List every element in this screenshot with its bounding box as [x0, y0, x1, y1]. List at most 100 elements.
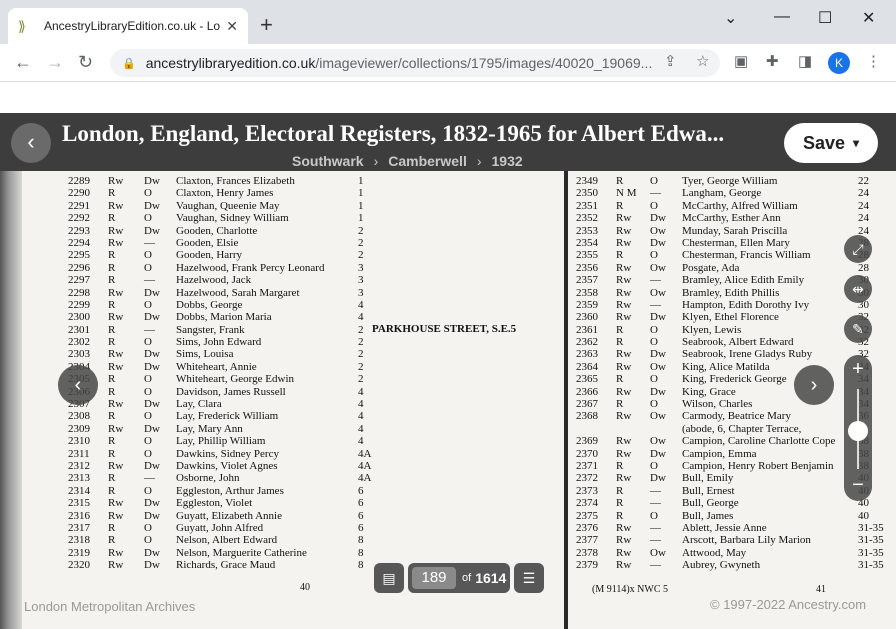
minimize-icon[interactable]: — — [774, 8, 790, 26]
qualification-code: Rw — [616, 311, 632, 324]
of-label: of — [462, 572, 472, 584]
breadcrumb-item[interactable]: 1932 — [492, 153, 523, 169]
status-code: O — [144, 261, 152, 274]
elector-number: 2310 — [68, 435, 90, 448]
qualification-code: R — [108, 410, 116, 423]
status-code: Dw — [144, 199, 160, 212]
qualification-code: R — [108, 521, 116, 534]
zoom-handle[interactable] — [848, 421, 868, 441]
thumbnails-button[interactable]: ▤ — [374, 563, 404, 593]
elector-number: 2299 — [68, 298, 90, 311]
fit-width-button[interactable]: ⇹ — [844, 275, 872, 303]
address-number: 2 — [358, 323, 364, 336]
bookmark-star-icon[interactable]: ☆ — [696, 52, 709, 70]
address-number: 2 — [358, 224, 364, 237]
status-code: — — [650, 559, 661, 572]
address-number: 4 — [358, 385, 364, 398]
zoom-in-icon[interactable]: + — [844, 355, 872, 383]
browser-menu-icon[interactable]: ⋮ — [866, 52, 881, 70]
zoom-slider[interactable]: + − — [844, 355, 872, 501]
forward-arrow-icon[interactable]: → — [46, 52, 64, 72]
address-number: 8 — [358, 559, 364, 572]
qualification-code: R — [108, 274, 116, 287]
previous-image-button[interactable]: ‹ — [58, 365, 98, 405]
qualification-code: Rw — [108, 422, 124, 435]
index-panel-button[interactable]: ☰ — [514, 563, 544, 593]
elector-name: Posgate, Ada — [682, 261, 740, 274]
address-number: 4A — [358, 459, 372, 472]
elector-name: Sims, Louisa — [176, 348, 234, 361]
qualification-code: Rw — [616, 385, 632, 398]
status-code: O — [144, 336, 152, 349]
address-number: 4A — [358, 447, 372, 460]
status-code: Dw — [144, 422, 160, 435]
back-button[interactable]: ‹ — [11, 123, 51, 163]
chevron-left-icon: ‹ — [74, 374, 82, 396]
status-code: Dw — [650, 311, 666, 324]
close-window-icon[interactable]: ✕ — [862, 8, 875, 28]
address-number: 6 — [358, 497, 364, 510]
qualification-code: Rw — [108, 311, 124, 324]
reload-icon[interactable]: ↻ — [78, 52, 93, 72]
back-arrow-icon[interactable]: ← — [14, 52, 32, 72]
status-code: O — [144, 298, 152, 311]
status-code: Dw — [650, 472, 666, 485]
elector-number: 2303 — [68, 348, 90, 361]
elector-number: 2375 — [576, 509, 598, 522]
chevron-right-icon: › — [810, 374, 818, 396]
maximize-icon[interactable]: ☐ — [818, 8, 832, 28]
qualification-code: Rw — [108, 459, 124, 472]
new-tab-icon[interactable]: + — [260, 14, 273, 36]
qualification-code: Rw — [108, 546, 124, 559]
address-bar[interactable]: 🔒 ancestrylibraryedition.co.uk/imageview… — [110, 49, 720, 77]
qualification-code: R — [108, 373, 116, 386]
qualification-code: Rw — [616, 521, 632, 534]
elector-name: Munday, Sarah Priscilla — [682, 224, 788, 237]
qualification-code: Rw — [108, 509, 124, 522]
image-number-input[interactable]: 189 — [412, 567, 456, 589]
share-icon[interactable]: ⇪ — [664, 52, 677, 70]
browser-tab[interactable]: ⟫ AncestryLibraryEdition.co.uk - Lo ✕ — [8, 8, 248, 44]
address-number: 6 — [358, 484, 364, 497]
fullscreen-button[interactable]: ⤢ — [844, 235, 872, 263]
extensions-puzzle-icon[interactable]: ✚ — [766, 52, 779, 70]
elector-number: 2357 — [576, 274, 598, 287]
breadcrumb-item[interactable]: Camberwell — [388, 153, 467, 169]
address-number: 2 — [358, 336, 364, 349]
document-image[interactable]: 2289 Rw Dw Claxton, Frances Elizabeth 1 2290 R… — [0, 171, 896, 629]
status-code: O — [144, 187, 152, 200]
status-code: Dw — [144, 286, 160, 299]
left-page-number: 40 — [300, 582, 310, 593]
elector-number: 2293 — [68, 224, 90, 237]
tools-button[interactable]: ✎ — [844, 315, 872, 343]
status-code: Dw — [650, 236, 666, 249]
tab-search-chevron-icon[interactable]: ⌄ — [724, 8, 737, 28]
next-image-button[interactable]: › — [794, 365, 834, 405]
breadcrumb-item[interactable]: Southwark — [292, 153, 364, 169]
zoom-out-icon[interactable]: − — [844, 471, 872, 499]
elector-name: Campion, Caroline Charlotte Cope — [682, 435, 836, 448]
elector-name: Gooden, Harry — [176, 249, 242, 262]
elector-number: 2295 — [68, 249, 90, 262]
elector-name: Hampton, Edith Dorothy Ivy — [682, 298, 810, 311]
side-panel-icon[interactable]: ◨ — [798, 52, 812, 70]
status-code: Dw — [650, 212, 666, 225]
elector-number: 2297 — [68, 274, 90, 287]
street-heading: PARKHOUSE STREET, S.E.5 — [372, 323, 517, 335]
save-button[interactable]: Save ▾ — [784, 123, 878, 163]
elector-name: Hazelwood, Sarah Margaret — [176, 286, 300, 299]
address-number: 22 — [858, 175, 869, 187]
profile-avatar[interactable]: K — [828, 52, 850, 74]
elector-number: 2308 — [68, 410, 90, 423]
address-number: 2 — [358, 236, 364, 249]
status-code: Ow — [650, 286, 666, 299]
status-code: O — [650, 175, 658, 187]
address-number: 6 — [358, 509, 364, 522]
extension-app-icon[interactable]: ▣ — [734, 52, 748, 70]
elector-number: 2292 — [68, 212, 90, 225]
close-tab-icon[interactable]: ✕ — [226, 18, 238, 35]
address-number: 2 — [358, 249, 364, 262]
elector-number: 2349 — [576, 175, 598, 187]
elector-name: Bull, Emily — [682, 472, 734, 485]
elector-number: 2376 — [576, 521, 598, 534]
